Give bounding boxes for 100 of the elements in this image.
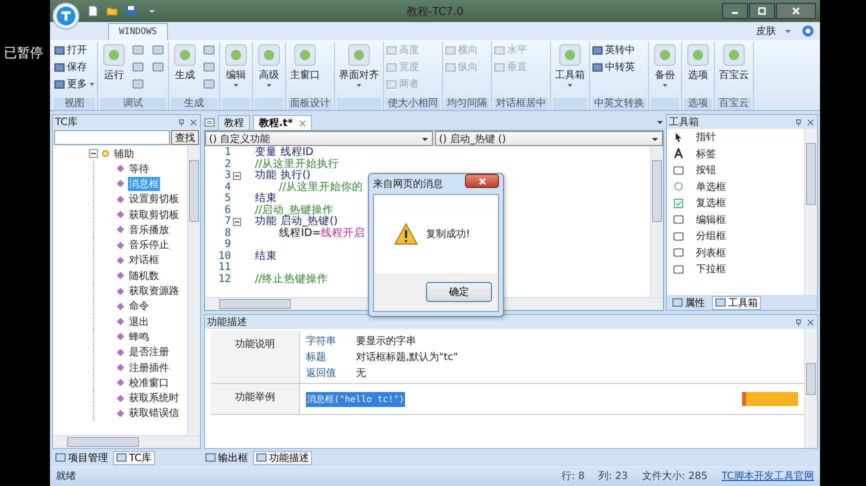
panel-tab[interactable]: 项目管理 (52, 450, 111, 464)
document-tab[interactable]: 教程 (218, 115, 250, 130)
tree-item[interactable]: 音乐播放 (128, 222, 170, 237)
ribbon-button[interactable]: 高级 (255, 42, 283, 89)
panel-tab[interactable]: 功能描述 (253, 450, 312, 464)
close-icon[interactable] (806, 118, 815, 126)
toolbar-icon[interactable] (202, 77, 216, 91)
tree-item[interactable]: 注册插件 (128, 360, 170, 374)
caret-icon[interactable] (784, 27, 792, 35)
document-tab[interactable]: 教程.t* (253, 115, 312, 130)
ribbon-button[interactable]: 选项 (684, 42, 712, 83)
tree-item[interactable]: 获取错误信 (128, 406, 180, 420)
tree-item[interactable]: 设置剪切板 (128, 192, 180, 206)
scrollbar[interactable] (804, 329, 817, 448)
tree-item[interactable]: 命令 (128, 299, 150, 314)
toolbox-item[interactable]: 标签 (667, 146, 804, 162)
folder-icon[interactable] (106, 5, 118, 17)
toolbar-icon[interactable] (151, 43, 165, 57)
dropdown-caret-icon[interactable] (656, 118, 664, 126)
toolbox-item[interactable]: 指针 (667, 129, 804, 146)
search-button[interactable]: 查找 (171, 130, 199, 145)
toolbox-item[interactable]: 编辑框 (667, 212, 804, 228)
panel-tab[interactable]: 输出框 (202, 450, 251, 464)
ribbon-button[interactable]: 工具箱 (553, 42, 587, 89)
ribbon-button[interactable]: 运行 (100, 42, 128, 83)
ok-button[interactable]: 确定 (426, 282, 492, 302)
website-link[interactable]: TC脚本开发工具官网 (721, 469, 814, 483)
orb-icon (347, 43, 371, 67)
minimize-button[interactable] (722, 3, 748, 19)
toolbar-icon[interactable] (131, 77, 145, 91)
close-button[interactable] (465, 174, 499, 188)
pin-icon[interactable] (794, 118, 803, 126)
pin-icon[interactable] (177, 118, 186, 126)
toolbar-icon[interactable] (151, 60, 165, 74)
toolbox-item[interactable]: 按钮 (667, 162, 804, 178)
toolbar-icon[interactable] (202, 60, 216, 74)
toolbar-icon[interactable] (131, 43, 145, 57)
ribbon-button[interactable]: 生成 (171, 42, 199, 83)
close-icon[interactable] (806, 318, 815, 326)
toolbar-icon[interactable] (202, 43, 216, 57)
param-name: 字符串 (306, 334, 337, 348)
scrollbar[interactable] (650, 146, 663, 297)
dropdown[interactable]: () 自定义功能 (205, 131, 433, 146)
toolbar-icon[interactable] (131, 60, 145, 74)
toolbox-item[interactable]: 列表框 (667, 244, 804, 261)
ribbon-button[interactable]: 打开 (54, 42, 95, 58)
ribbon-button[interactable]: 备份 (651, 42, 679, 89)
tree-item[interactable]: 音乐停止 (128, 238, 170, 252)
caret-icon (89, 82, 95, 86)
ribbon-button[interactable]: 中转英 (592, 59, 635, 75)
fold-icon[interactable] (233, 172, 241, 180)
tree-item[interactable]: 获取系统时 (128, 391, 180, 406)
collapse-icon[interactable] (89, 149, 98, 158)
fold-icon[interactable] (233, 218, 241, 226)
ribbon-tab[interactable]: WINDOWS (108, 23, 168, 40)
search-field[interactable] (54, 130, 170, 145)
tree-item[interactable]: 获取剪切板 (128, 208, 180, 222)
scrollbar[interactable] (187, 146, 200, 435)
ribbon-button[interactable]: 英转中 (592, 42, 635, 58)
ribbon-button[interactable]: 界面对齐 (337, 42, 381, 89)
tree-item[interactable]: 获取资源路 (128, 284, 180, 298)
close-icon (791, 6, 801, 16)
group-label: 生成 (171, 98, 217, 110)
skin-menu[interactable]: 皮肤 (756, 24, 776, 38)
tree-item[interactable]: 辅助 (113, 146, 135, 160)
close-button[interactable] (776, 3, 816, 19)
toolbox-item[interactable]: 复选框 (667, 195, 804, 212)
new-file-icon[interactable] (87, 5, 99, 17)
scrollbar[interactable] (53, 435, 200, 448)
tree-item[interactable]: 校准窗口 (128, 376, 170, 390)
maximize-button[interactable] (749, 3, 775, 19)
ribbon-button[interactable]: 百宝云 (717, 42, 751, 83)
close-icon[interactable] (298, 120, 306, 126)
paused-label: 已暂停 (4, 45, 43, 62)
pin-icon[interactable] (794, 318, 803, 326)
tree-item[interactable]: 蜂鸣 (128, 330, 150, 344)
tree-item[interactable]: 退出 (128, 314, 150, 329)
toolbox-item[interactable]: 下拉框 (667, 261, 804, 278)
help-icon[interactable] (802, 25, 814, 37)
table-cell: 功能说明 (211, 331, 300, 383)
panel-tab[interactable]: 工具箱 (712, 296, 761, 310)
dropdown-caret-icon[interactable] (148, 7, 156, 15)
dropdown[interactable]: () 启动_热键 () (435, 131, 663, 146)
save-icon[interactable] (125, 5, 137, 17)
toolbox-item[interactable]: 分组框 (667, 228, 804, 244)
panel-tab[interactable]: TC库 (113, 450, 155, 464)
ribbon-button[interactable]: 保存 (54, 59, 95, 75)
close-icon[interactable] (189, 118, 198, 126)
ribbon-button[interactable]: 编辑 (222, 42, 250, 89)
square-icon (54, 44, 65, 56)
ribbon-button[interactable]: 更多 (54, 76, 95, 92)
ribbon-button[interactable]: 主窗口 (288, 42, 322, 83)
scrollbar[interactable] (804, 129, 817, 295)
panel-tab[interactable]: 属性 (669, 296, 708, 310)
tree-item[interactable]: 随机数 (128, 268, 160, 283)
param-name: 返回值 (306, 366, 337, 380)
tree-item[interactable]: 对话框 (128, 253, 160, 268)
tree-item[interactable]: 是否注册 (128, 345, 170, 360)
toolbox-item[interactable]: 单选框 (667, 178, 804, 195)
tree-item[interactable]: 等待 (128, 162, 150, 176)
